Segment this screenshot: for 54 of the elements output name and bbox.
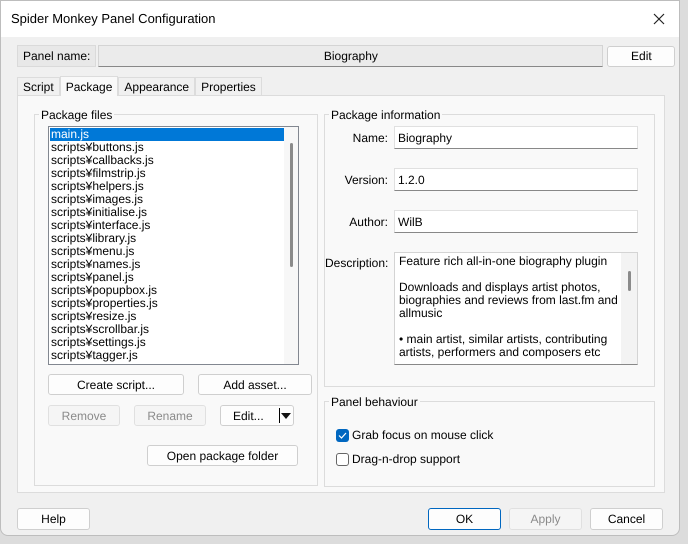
file-list-item[interactable]: scripts¥filmstrip.js (50, 167, 284, 180)
file-list-item[interactable]: scripts¥resize.js (50, 310, 284, 323)
file-list-item[interactable]: scripts¥properties.js (50, 297, 284, 310)
checkbox[interactable] (336, 452, 349, 466)
window-title: Spider Monkey Panel Configuration (11, 10, 216, 28)
file-list-item[interactable]: scripts¥buttons.js (50, 141, 284, 154)
file-list[interactable] (48, 126, 299, 365)
file-list-item[interactable]: scripts¥panel.js (50, 271, 284, 284)
tab[interactable]: Appearance (118, 77, 196, 95)
file-list-item[interactable]: scripts¥helpers.js (50, 180, 284, 193)
check-icon (338, 432, 347, 438)
text-field[interactable]: Biography (394, 126, 638, 149)
open-folder-button[interactable]: Open package folder (147, 445, 298, 466)
caret-icon (281, 412, 291, 418)
file-list-item[interactable]: scripts¥images.js (50, 193, 284, 206)
file-list-item[interactable]: scripts¥initialise.js (50, 206, 284, 219)
add-asset-button[interactable]: Add asset... (198, 374, 312, 395)
description-text: • main artist, similar artists, contributing artists, performers and composers etc (399, 333, 608, 359)
file-list-item[interactable]: scripts¥scrollbar.js (50, 323, 284, 336)
edit-split-button[interactable]: Edit... (220, 405, 294, 426)
file-list-item[interactable]: scripts¥menu.js (50, 245, 284, 258)
file-list-item[interactable]: scripts¥names.js (50, 258, 284, 271)
panel-name-label: Panel name: (17, 45, 96, 67)
cancel-button[interactable]: Cancel (590, 508, 663, 530)
scrollbar[interactable] (284, 127, 298, 364)
checkbox-label: Drag-n-drop support (352, 451, 460, 468)
field-label: Version: (344, 172, 389, 188)
scrollbar[interactable] (621, 253, 637, 364)
file-list-item[interactable]: main.js (50, 128, 284, 141)
edit-button[interactable]: Edit (607, 46, 676, 66)
help-button[interactable]: Help (17, 508, 90, 530)
checkbox-label: Grab focus on mouse click (352, 427, 494, 444)
file-list-item[interactable]: scripts¥popupbox.js (50, 284, 284, 297)
field-label: Description: (325, 255, 390, 272)
file-list-item[interactable]: scripts¥library.js (50, 232, 284, 245)
tab[interactable]: Script (17, 77, 60, 95)
ok-button[interactable]: OK (428, 508, 501, 530)
file-list-item[interactable]: scripts¥tagger.js (50, 349, 284, 362)
checkbox[interactable] (336, 428, 349, 442)
create-script-button[interactable]: Create script... (48, 374, 184, 395)
text-field[interactable]: 1.2.0 (394, 168, 638, 191)
description-text: Downloads and displays artist photos, biographies and reviews from last.fm and allmusic (399, 281, 619, 320)
tab[interactable]: Properties (195, 77, 262, 95)
field-label: Author: (348, 214, 389, 230)
description-text: Feature rich all-in-one biography plugin (399, 255, 608, 268)
text-field[interactable]: WilB (394, 210, 638, 233)
description-field[interactable] (394, 252, 638, 365)
field-label: Name: (352, 130, 389, 146)
file-list-item[interactable]: scripts¥settings.js (50, 336, 284, 349)
file-list-item[interactable]: scripts¥interface.js (50, 219, 284, 232)
file-list-item[interactable]: scripts¥callbacks.js (50, 154, 284, 167)
tab[interactable]: Package (60, 76, 118, 96)
panel-name-field[interactable]: Biography (98, 45, 604, 67)
close-icon[interactable] (653, 13, 665, 25)
